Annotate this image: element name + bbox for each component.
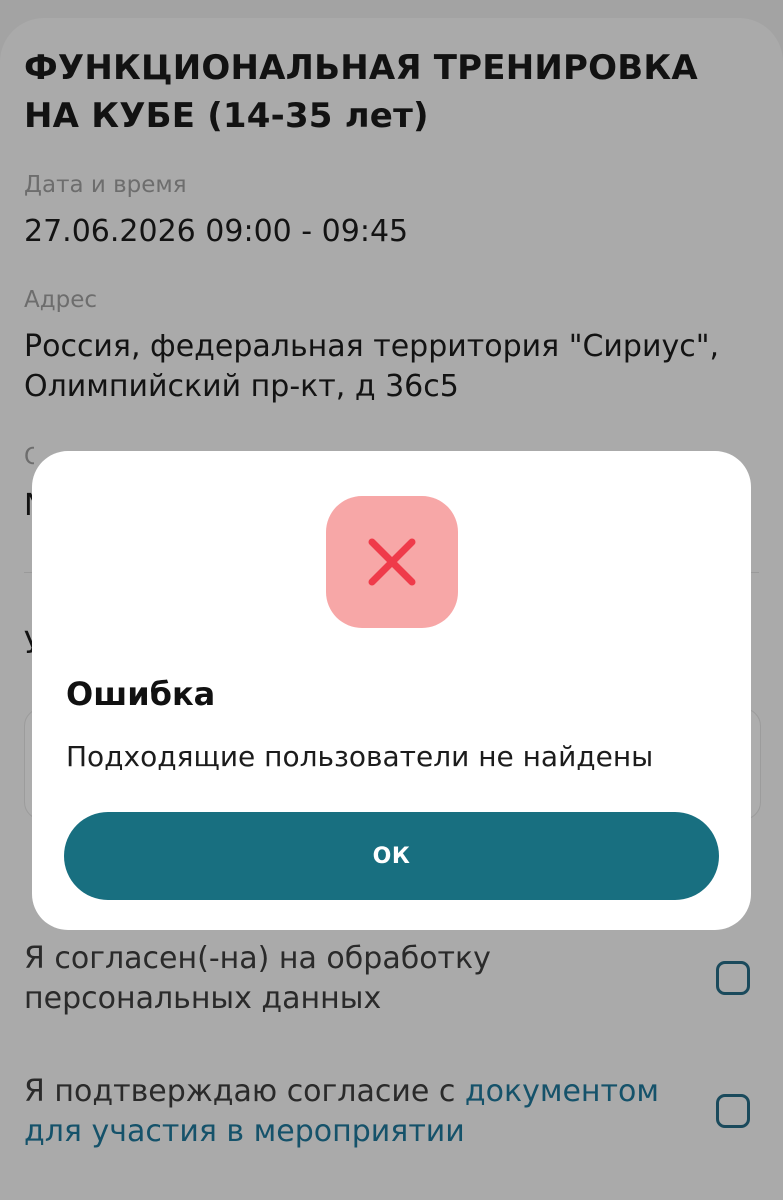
- datetime-label: Дата и время: [24, 172, 187, 198]
- address-value: Россия, федеральная территория "Сириус",…: [24, 329, 720, 404]
- error-badge: [326, 496, 458, 628]
- dialog-title: Ошибка: [66, 675, 216, 713]
- ok-button[interactable]: ОК: [64, 812, 719, 900]
- document-consent-checkbox[interactable]: [716, 1094, 750, 1128]
- personal-data-checkbox[interactable]: [716, 961, 750, 995]
- personal-data-consent-label: Я согласен(-на) на обработку персональны…: [24, 941, 491, 1016]
- error-dialog: Ошибка Подходящие пользователи не найден…: [32, 451, 751, 930]
- organizer-label-partial: Ор: [24, 444, 34, 470]
- datetime-value: 27.06.2026 09:00 - 09:45: [24, 214, 409, 249]
- event-title: ФУНКЦИОНАЛЬНАЯ ТРЕНИРОВКА НА КУБЕ (14-35…: [24, 48, 698, 136]
- document-consent-label: Я подтверждаю согласие с документом для …: [24, 1072, 694, 1152]
- document-consent-prefix: Я подтверждаю согласие с: [24, 1074, 465, 1109]
- address-label: Адрес: [24, 287, 98, 313]
- close-icon: [368, 538, 416, 586]
- dialog-message: Подходящие пользователи не найдены: [66, 740, 654, 773]
